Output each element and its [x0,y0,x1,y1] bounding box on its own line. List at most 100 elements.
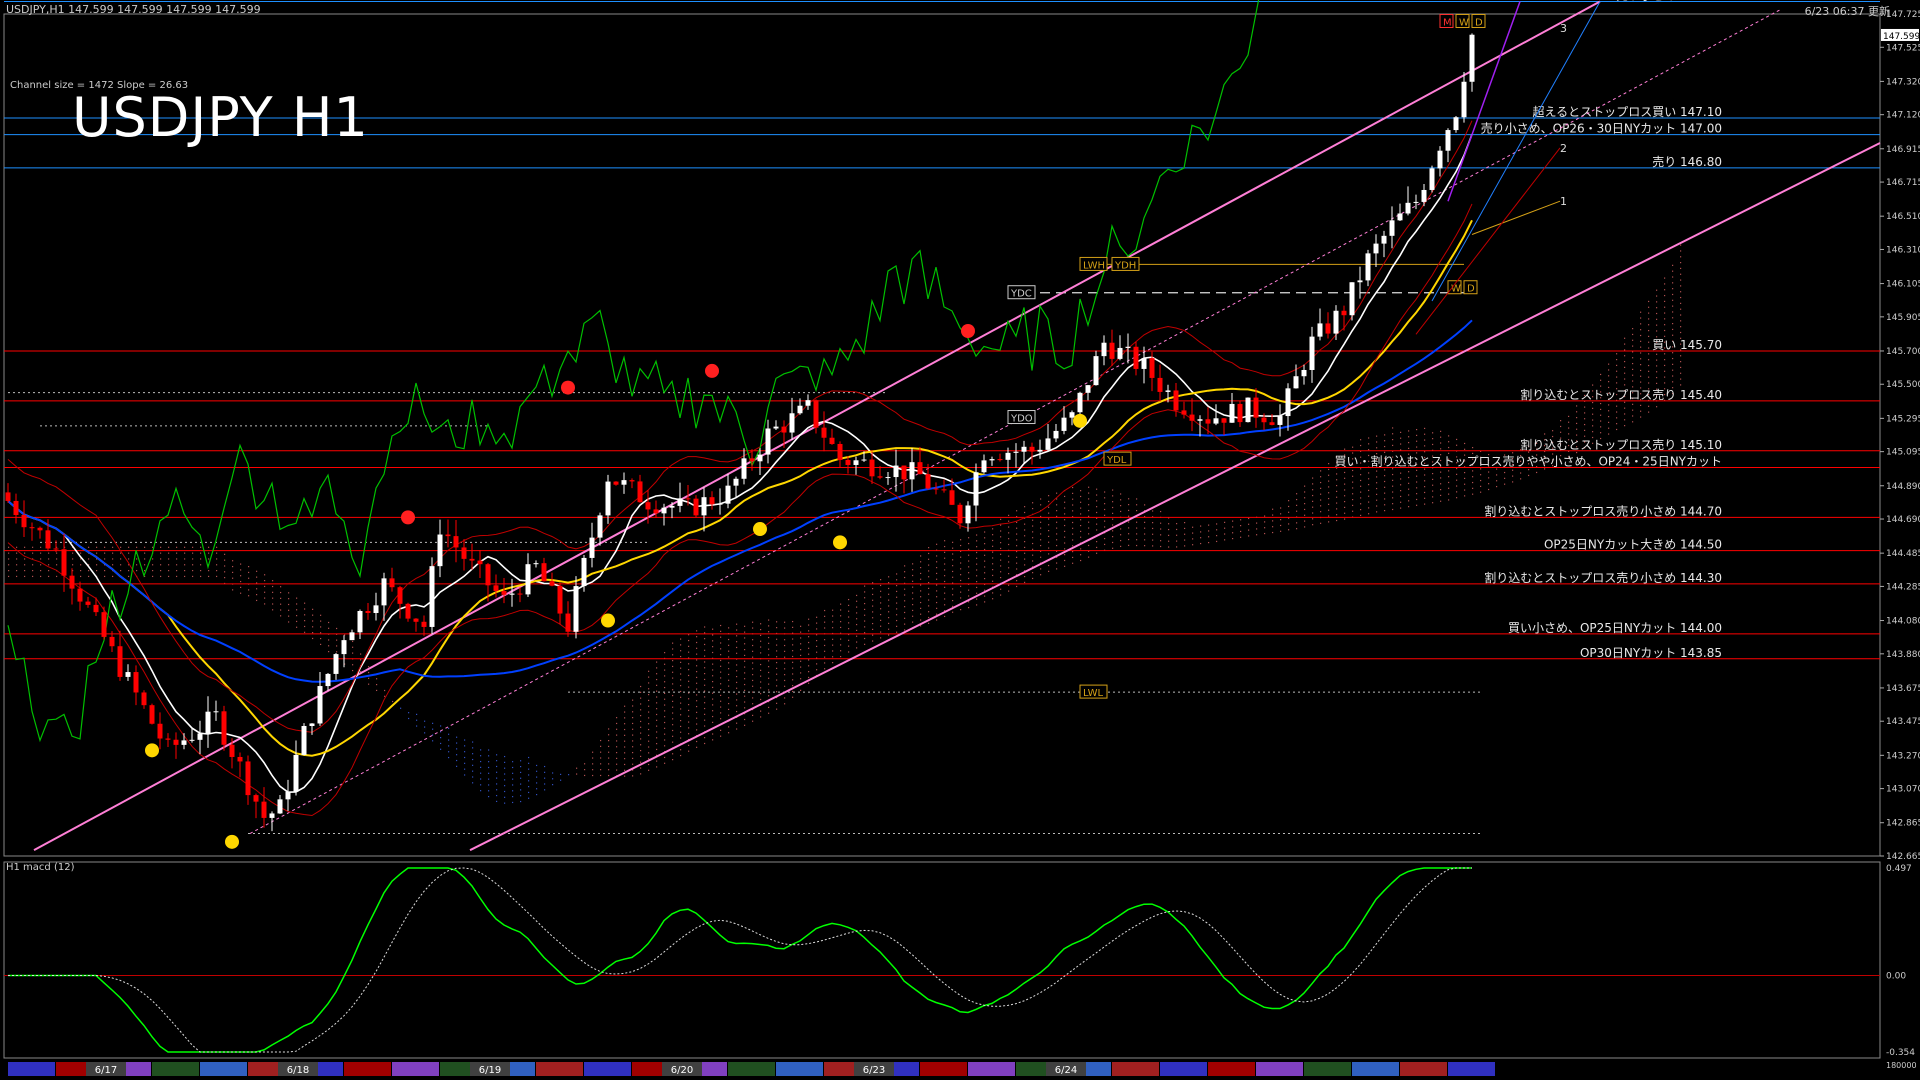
cloud-dot [672,648,674,650]
cloud-dot [664,692,666,695]
cloud-dot [1200,525,1202,527]
cloud-dot [312,632,314,634]
cloud-dot [1632,421,1634,423]
cloud-dot [872,628,874,630]
cloud-dot [632,734,634,736]
cloud-dot [912,574,914,577]
level-label: 売り小さめ 147.80 [1616,0,1722,3]
candle-body [533,563,539,565]
cloud-dot [256,570,258,572]
cloud-dot [1296,498,1298,501]
cloud-dot [952,541,954,543]
cloud-dot [1384,510,1386,512]
candle-body [93,604,99,613]
cloud-dot [808,647,810,649]
candle-body [53,548,59,550]
cloud-dot [736,681,738,684]
cloud-dot [1096,506,1098,508]
cloud-dot [992,592,994,594]
candle-body [1133,346,1139,369]
cloud-dot [656,748,658,751]
candle-body [1445,130,1451,151]
cloud-dot [1016,568,1018,570]
cloud-dot [1088,492,1090,494]
level-label: 買い小さめ、OP25日NYカット 144.00 [1508,621,1722,635]
candle-body [573,586,579,632]
cloud-dot [40,575,42,578]
cloud-dot [616,734,618,736]
cloud-dot [856,629,858,631]
cloud-dot [920,567,922,569]
cloud-dot [712,651,714,654]
cloud-dot [896,608,898,610]
cloud-dot [1648,335,1650,338]
cloud-dot [216,575,218,578]
projection-number: 1 [1560,195,1567,208]
cloud-dot [1384,480,1386,483]
cloud-dot [672,753,674,755]
candle-body [1117,347,1123,359]
cloud-dot [808,653,810,655]
cloud-dot [656,678,658,681]
cloud-dot [1664,382,1666,384]
cloud-dot [640,685,642,688]
y-tick-label: 146.915 [1886,145,1920,155]
cloud-dot [848,616,850,618]
cloud-dot [952,547,954,549]
cloud-dot [984,589,986,591]
cloud-dot [656,766,658,768]
cloud-dot [704,696,706,698]
cloud-dot [992,598,994,600]
cloud-dot [376,678,378,680]
date-label: 6/18 [287,1065,309,1076]
cloud-dot [1648,353,1650,355]
date-label: 6/24 [1055,1065,1077,1076]
cloud-dot [744,643,746,645]
cloud-dot [1136,498,1138,500]
cloud-dot [656,743,658,745]
cloud-dot [1432,502,1434,504]
cloud-dot [1664,312,1666,314]
cloud-dot [696,711,698,713]
cloud-dot [640,691,642,693]
y-tick-label: 147.725 [1886,10,1920,20]
cloud-dot [1632,345,1634,347]
level-tag-label: D [1467,284,1475,295]
current-price-label: 147.599 [1883,32,1920,42]
cloud-dot [248,577,250,579]
cloud-dot [304,620,306,622]
cloud-dot [152,570,154,572]
cloud-dot [776,644,778,646]
price-chart[interactable]: 147.725147.525147.320147.120146.915146.7… [0,0,1920,1080]
cloud-dot [1440,430,1442,432]
cloud-dot [1160,510,1162,513]
cloud-dot [1552,430,1554,432]
cloud-dot [656,737,658,739]
cloud-dot [1320,481,1322,484]
fractal-marker [561,380,575,395]
cloud-dot [128,558,130,560]
cloud-dot [792,638,794,640]
cloud-dot [1656,330,1658,332]
cloud-dot [1392,433,1394,435]
cloud-dot [536,776,538,778]
cloud-dot [1464,483,1466,485]
cloud-dot [1664,283,1666,285]
cloud-dot [752,685,754,687]
cloud-dot [1072,551,1074,553]
cloud-dot [1432,478,1434,481]
cloud-dot [1632,362,1634,365]
cloud-dot [1664,324,1666,326]
cloud-dot [56,575,58,578]
candle-body [173,739,179,745]
cloud-dot [632,722,634,725]
cloud-dot [1640,311,1642,313]
cloud-dot [352,669,354,672]
cloud-dot [976,586,978,589]
cloud-dot [1112,495,1114,497]
cloud-dot [1344,483,1346,485]
cloud-dot [1048,500,1050,503]
cloud-dot [1416,498,1418,501]
cloud-dot [1352,510,1354,512]
cloud-dot [1584,429,1586,431]
